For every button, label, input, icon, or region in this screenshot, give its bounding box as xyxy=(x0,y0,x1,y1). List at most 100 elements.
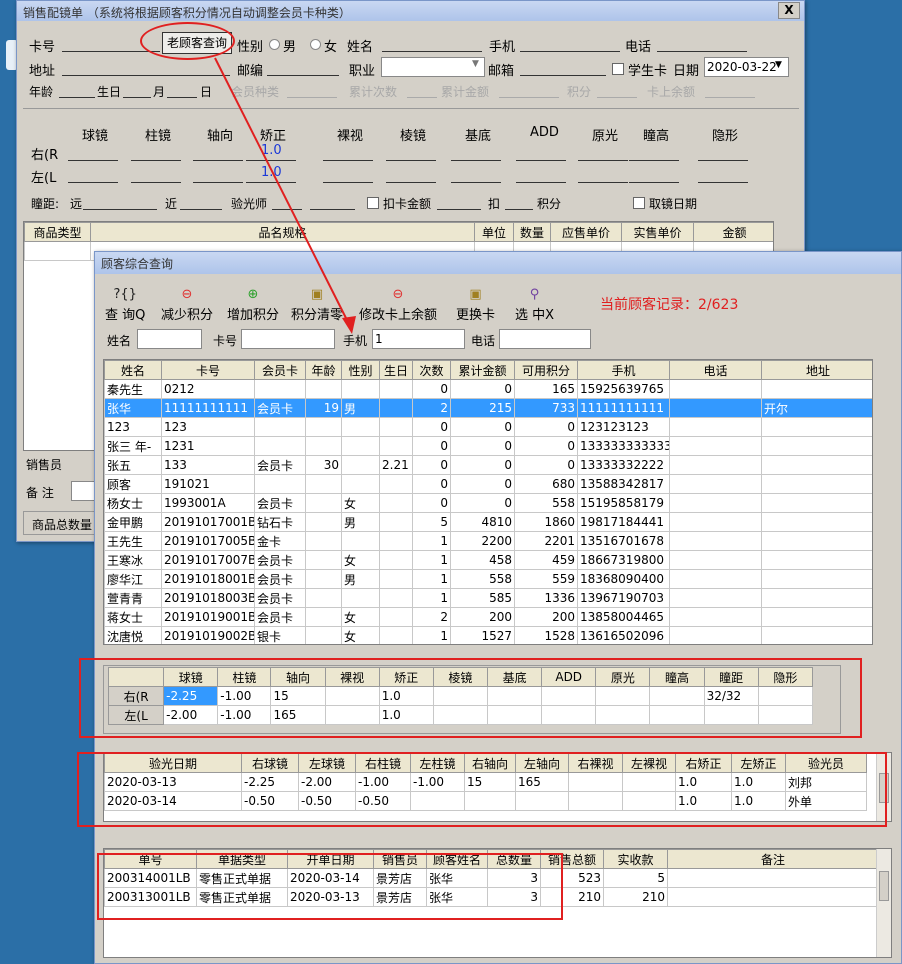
table-row[interactable]: 沈唐悦 20191019002B 银卡 女 1 1527 1528 13616502096 xyxy=(104,626,872,644)
toolbar-button[interactable]: ⊖ 修改卡上余额 xyxy=(359,286,437,323)
order-cell: 5 xyxy=(603,868,668,888)
customer-cell: 金卡 xyxy=(254,531,306,551)
search-name-label: 姓名 xyxy=(107,334,132,348)
customer-cell: 0 xyxy=(450,436,515,456)
table-row[interactable]: 萱青青 20191018003B 会员卡 1 585 1336 13967190703 xyxy=(104,588,872,608)
toolbar-button[interactable]: ⚲ 选 中X xyxy=(515,286,554,323)
right-eye-rx-input[interactable] xyxy=(578,160,628,161)
customer-cell: 458 xyxy=(450,550,515,570)
table-row[interactable]: 王寒冰 20191017007B 会员卡 女 1 458 459 18667319800 xyxy=(104,550,872,570)
right-eye-rx-input[interactable] xyxy=(68,160,118,161)
left-eye-rx-input[interactable] xyxy=(516,182,566,183)
order-cell xyxy=(667,868,879,888)
address-input[interactable] xyxy=(62,75,230,76)
left-eye-rx-input[interactable] xyxy=(68,182,118,183)
search-name-input[interactable] xyxy=(137,329,202,349)
customer-cell: 13333332222 xyxy=(577,455,670,475)
toolbar-button[interactable]: ⊖ 减少积分 xyxy=(161,286,213,323)
customer-cell: 0 xyxy=(450,379,515,399)
table-row[interactable]: 顾客 191021 0 0 680 13588342817 xyxy=(104,474,872,494)
customer-cell: 0 xyxy=(450,417,515,437)
left-eye-rx-input[interactable] xyxy=(323,182,373,183)
table-row[interactable]: 张三 年- 1231 0 0 0 133333333333 xyxy=(104,436,872,456)
right-eye-rx-input[interactable] xyxy=(246,160,296,161)
left-eye-rx-input[interactable] xyxy=(131,182,181,183)
male-radio[interactable] xyxy=(269,39,280,50)
left-eye-rx-input[interactable] xyxy=(193,182,243,183)
age-input[interactable] xyxy=(59,97,95,98)
card-no-input[interactable] xyxy=(62,51,160,52)
student-card-checkbox[interactable] xyxy=(612,63,624,75)
table-row[interactable]: 王先生 20191017005B 金卡 1 2200 2201 13516701678 xyxy=(104,531,872,551)
deduct-points-input[interactable] xyxy=(505,209,533,210)
close-button[interactable]: X xyxy=(778,2,800,19)
minus-icon: ⊖ xyxy=(392,287,404,302)
email-input[interactable] xyxy=(520,75,606,76)
left-eye-rx-input[interactable] xyxy=(246,182,296,183)
customer-cell xyxy=(341,588,380,608)
phone-input[interactable] xyxy=(657,51,747,52)
birth-month-input[interactable] xyxy=(123,97,151,98)
table-row[interactable]: 张五 133 会员卡 30 2.21 0 0 0 13333332222 xyxy=(104,455,872,475)
postcode-input[interactable] xyxy=(267,75,339,76)
job-select[interactable] xyxy=(381,57,485,77)
right-eye-rx-input[interactable] xyxy=(131,160,181,161)
month-label: 月 xyxy=(153,85,166,99)
table-row[interactable]: 张华 11111111111 会员卡 19 男 2 215 733 11111111111 开尔 xyxy=(104,398,872,418)
table-row[interactable]: 秦先生 0212 0 0 165 15925639765 xyxy=(104,379,872,399)
pickup-date-checkbox[interactable] xyxy=(633,197,645,209)
right-eye-rx-input[interactable] xyxy=(451,160,501,161)
customer-cell: 191021 xyxy=(161,474,255,494)
optometrist-input[interactable] xyxy=(272,209,302,210)
toolbar-button[interactable]: ▣ 积分清零 xyxy=(291,286,343,323)
pd-far-label: 远 xyxy=(70,197,83,211)
left-eye-rx-input[interactable] xyxy=(386,182,436,183)
order-cell xyxy=(667,887,879,907)
table-row[interactable]: 123 123 0 0 0 123123123 xyxy=(104,417,872,437)
right-eye-rx-input[interactable] xyxy=(323,160,373,161)
remark-label: 备 注 xyxy=(26,486,54,500)
table-row[interactable]: 杨女士 1993001A 会员卡女 0 0 558 15195858179 xyxy=(104,493,872,513)
table-row[interactable]: 蒋女士 20191019001B 会员卡女 2 200 200 13858004465 xyxy=(104,607,872,627)
member-type-label: 会员种类 xyxy=(231,85,280,99)
toolbar-button[interactable]: ⊕ 增加积分 xyxy=(227,286,279,323)
mobile-input[interactable] xyxy=(520,51,620,52)
right-eye-rx-input[interactable] xyxy=(386,160,436,161)
table-row[interactable]: 廖华江 20191018001B 会员卡 男 1 558 559 18368090400 xyxy=(104,569,872,589)
female-radio[interactable] xyxy=(310,39,321,50)
customer-cell: 1231 xyxy=(161,436,255,456)
right-eye-rx-input[interactable] xyxy=(516,160,566,161)
goods-column-header: 商品类型 xyxy=(24,222,91,242)
goods-empty-cell[interactable] xyxy=(24,241,91,261)
table-row[interactable]: 金甲鹏 20191017001B 钻石卡 男 5 4810 1860 19817184441 xyxy=(104,512,872,532)
search-card-input[interactable] xyxy=(241,329,335,349)
toolbar-button[interactable]: ?{} 查 询Q xyxy=(105,286,145,323)
customer-cell: 13516701678 xyxy=(577,531,670,551)
search-card-label: 卡号 xyxy=(213,334,238,348)
pd-near-input[interactable] xyxy=(180,209,222,210)
left-eye-rx-input[interactable] xyxy=(578,182,628,183)
birth-day-input[interactable] xyxy=(167,97,197,98)
order-scrollbar[interactable] xyxy=(876,849,891,957)
left-eye-rx-input[interactable] xyxy=(629,182,679,183)
toolbar-button[interactable]: ▣ 更换卡 xyxy=(456,286,495,323)
name-input[interactable] xyxy=(382,51,482,52)
plus-icon: ⊕ xyxy=(247,287,259,302)
deduct-card-checkbox[interactable] xyxy=(367,197,379,209)
deduct-card-input[interactable] xyxy=(437,209,481,210)
right-eye-rx-input[interactable] xyxy=(629,160,679,161)
left-eye-rx-input[interactable] xyxy=(698,182,748,183)
right-eye-label: 右(R xyxy=(31,148,59,163)
search-mobile-input[interactable]: 1 xyxy=(372,329,465,349)
customer-cell xyxy=(379,588,413,608)
optometrist-extra-input[interactable] xyxy=(310,209,355,210)
customer-cell: 558 xyxy=(450,569,515,589)
right-eye-rx-input[interactable] xyxy=(698,160,748,161)
right-eye-rx-input[interactable] xyxy=(193,160,243,161)
goods-column-header: 应售单价 xyxy=(550,222,622,242)
card-balance-label: 卡上余额 xyxy=(647,85,696,99)
customer-cell: 1336 xyxy=(514,588,578,608)
search-phone-input[interactable] xyxy=(499,329,591,349)
left-eye-rx-input[interactable] xyxy=(451,182,501,183)
pd-far-input[interactable] xyxy=(83,209,157,210)
